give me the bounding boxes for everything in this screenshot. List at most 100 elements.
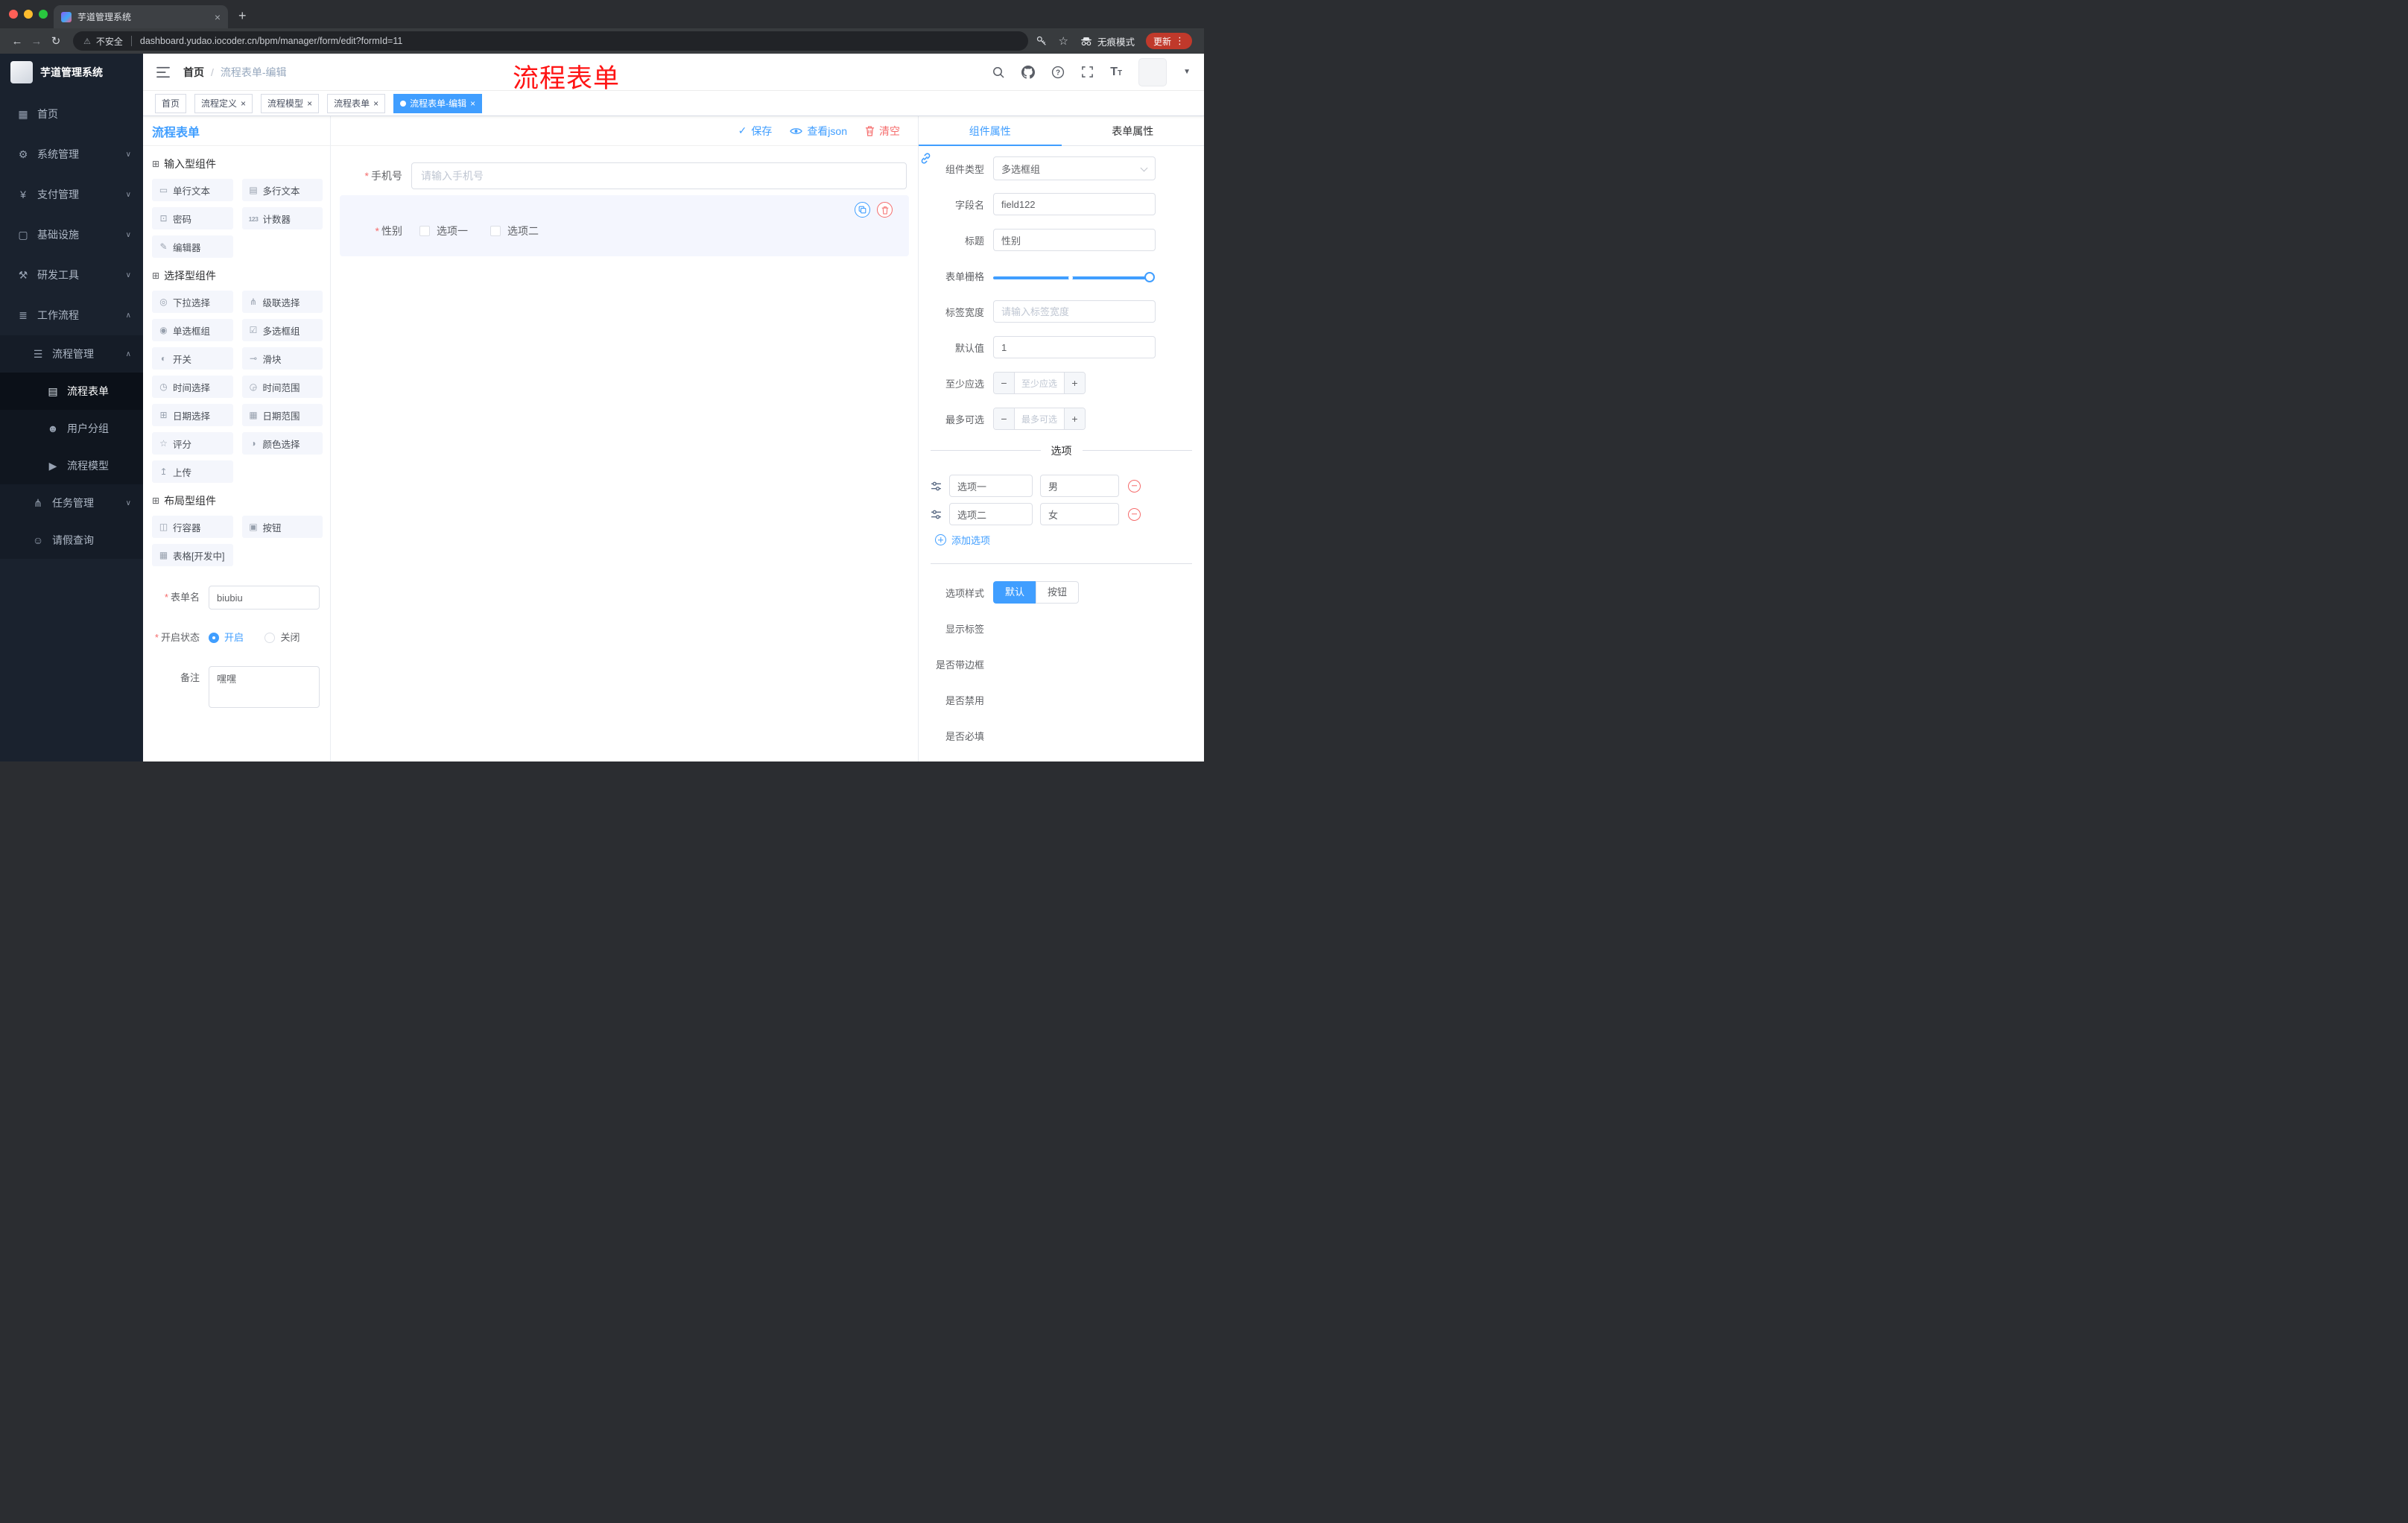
- palette-item-date-range[interactable]: 日期范围: [241, 404, 323, 426]
- help-icon[interactable]: ?: [1051, 66, 1065, 79]
- style-button-button[interactable]: 按钮: [1036, 581, 1080, 604]
- tag-process-form-edit[interactable]: 流程表单-编辑 ×: [393, 93, 483, 113]
- grid-slider[interactable]: [993, 272, 1156, 282]
- min-select-value[interactable]: 至少应选: [1015, 373, 1064, 393]
- sidebar-item-dev-tools[interactable]: 研发工具: [0, 255, 143, 295]
- sidebar-item-payment-manage[interactable]: 支付管理: [0, 174, 143, 215]
- new-tab-button[interactable]: +: [238, 9, 247, 22]
- form-name-input[interactable]: [209, 586, 320, 609]
- tag-process-definition[interactable]: 流程定义 ×: [194, 93, 253, 113]
- status-off-radio[interactable]: 关闭: [264, 626, 300, 650]
- option-label-input[interactable]: [949, 475, 1033, 497]
- palette-item-cascader[interactable]: 级联选择: [241, 291, 323, 313]
- close-icon[interactable]: ×: [307, 99, 312, 108]
- decrease-button[interactable]: −: [994, 408, 1015, 429]
- max-select-value[interactable]: 最多可选: [1015, 408, 1064, 429]
- close-icon[interactable]: ×: [373, 99, 378, 108]
- sidebar-item-process-manage[interactable]: 流程管理: [0, 335, 143, 373]
- palette-item-time-range[interactable]: 时间范围: [241, 376, 323, 398]
- canvas-field-phone[interactable]: 手机号: [331, 162, 907, 189]
- title-input[interactable]: [993, 229, 1156, 251]
- sidebar-item-process-model[interactable]: 流程模型: [0, 447, 143, 484]
- copy-widget-button[interactable]: [855, 202, 870, 218]
- palette-item-upload[interactable]: 上传: [152, 460, 233, 483]
- tab-form-props[interactable]: 表单属性: [1062, 116, 1205, 145]
- clear-button[interactable]: 清空: [865, 124, 900, 139]
- sidebar-item-infrastructure[interactable]: 基础设施: [0, 215, 143, 255]
- tab-component-props[interactable]: 组件属性: [919, 116, 1062, 145]
- phone-input[interactable]: [411, 162, 907, 189]
- palette-item-date-picker[interactable]: 日期选择: [152, 404, 233, 426]
- sidebar-item-workflow[interactable]: 工作流程: [0, 295, 143, 335]
- palette-item-rate[interactable]: 评分: [152, 432, 233, 455]
- palette-item-time-picker[interactable]: 时间选择: [152, 376, 233, 398]
- view-json-button[interactable]: 查看json: [790, 124, 847, 139]
- address-bar[interactable]: 不安全 dashboard.yudao.iocoder.cn/bpm/manag…: [73, 31, 1028, 51]
- github-icon[interactable]: [1021, 65, 1036, 79]
- close-window-button[interactable]: [9, 10, 18, 19]
- user-menu-caret-icon[interactable]: ▼: [1183, 68, 1191, 76]
- palette-item-button[interactable]: 按钮: [241, 516, 323, 538]
- palette-item-radio-group[interactable]: 单选框组: [152, 319, 233, 341]
- maximize-window-button[interactable]: [39, 10, 48, 19]
- tag-process-model[interactable]: 流程模型 ×: [261, 93, 320, 113]
- canvas-field-gender-selected[interactable]: 性别 选项一 选项二: [340, 195, 909, 256]
- field-name-input[interactable]: [993, 193, 1156, 215]
- close-icon[interactable]: ×: [470, 99, 475, 108]
- save-button[interactable]: 保存: [738, 124, 772, 139]
- style-default-button[interactable]: 默认: [993, 581, 1036, 604]
- sidebar-item-task-manage[interactable]: 任务管理: [0, 484, 143, 522]
- tag-home[interactable]: 首页: [155, 93, 187, 113]
- minimize-window-button[interactable]: [24, 10, 33, 19]
- palette-item-slider[interactable]: 滑块: [241, 347, 323, 370]
- font-size-icon[interactable]: TT: [1110, 66, 1122, 78]
- palette-item-password[interactable]: 密码: [152, 207, 233, 229]
- sidebar-item-system-manage[interactable]: 系统管理: [0, 134, 143, 174]
- palette-item-counter[interactable]: 计数器: [241, 207, 323, 229]
- sidebar-toggle-button[interactable]: [156, 66, 170, 78]
- fullscreen-icon[interactable]: [1081, 66, 1094, 78]
- checkbox-option-1[interactable]: 选项一: [419, 224, 468, 238]
- sidebar-item-user-group[interactable]: 用户分组: [0, 410, 143, 447]
- bookmark-star-icon[interactable]: ☆: [1059, 34, 1068, 48]
- back-icon[interactable]: ←: [7, 35, 27, 48]
- slider-track[interactable]: [993, 272, 1155, 282]
- sidebar-item-home[interactable]: 首页: [0, 94, 143, 134]
- slider-handle[interactable]: [1144, 272, 1155, 282]
- sidebar-item-process-form[interactable]: 流程表单: [0, 373, 143, 410]
- palette-item-row-container[interactable]: 行容器: [152, 516, 233, 538]
- reload-icon[interactable]: ↻: [46, 34, 66, 48]
- default-value-input[interactable]: [993, 336, 1156, 358]
- drag-handle-icon[interactable]: [931, 481, 942, 492]
- close-tab-icon[interactable]: ×: [215, 12, 221, 22]
- add-option-button[interactable]: 添加选项: [935, 533, 1192, 547]
- palette-item-switch[interactable]: 开关: [152, 347, 233, 370]
- option-value-input[interactable]: [1040, 503, 1119, 525]
- increase-button[interactable]: +: [1064, 408, 1085, 429]
- browser-tab[interactable]: 芋道管理系统 ×: [54, 5, 228, 28]
- link-icon[interactable]: [919, 152, 932, 168]
- decrease-button[interactable]: −: [994, 373, 1015, 393]
- remove-option-icon[interactable]: [1128, 507, 1141, 521]
- sidebar-item-leave-query[interactable]: 请假查询: [0, 522, 143, 559]
- drag-handle-icon[interactable]: [931, 509, 942, 520]
- avatar[interactable]: [1138, 57, 1167, 86]
- palette-item-checkbox-group[interactable]: 多选框组: [241, 319, 323, 341]
- delete-widget-button[interactable]: [877, 202, 893, 218]
- update-browser-button[interactable]: 更新 ⋮: [1145, 33, 1192, 49]
- breadcrumb-home[interactable]: 首页: [183, 65, 204, 80]
- remove-option-icon[interactable]: [1128, 479, 1141, 493]
- increase-button[interactable]: +: [1064, 373, 1085, 393]
- search-icon[interactable]: [992, 66, 1005, 79]
- palette-item-select[interactable]: 下拉选择: [152, 291, 233, 313]
- palette-item-table[interactable]: 表格[开发中]: [152, 544, 233, 566]
- close-icon[interactable]: ×: [241, 99, 246, 108]
- palette-item-editor[interactable]: 编辑器: [152, 235, 233, 258]
- checkbox-option-2[interactable]: 选项二: [490, 224, 539, 238]
- option-label-input[interactable]: [949, 503, 1033, 525]
- forward-icon[interactable]: →: [27, 35, 46, 48]
- form-remark-textarea[interactable]: 嘿嘿: [209, 666, 320, 708]
- label-width-input[interactable]: [993, 300, 1156, 323]
- status-on-radio[interactable]: 开启: [209, 626, 244, 650]
- palette-item-color-picker[interactable]: 颜色选择: [241, 432, 323, 455]
